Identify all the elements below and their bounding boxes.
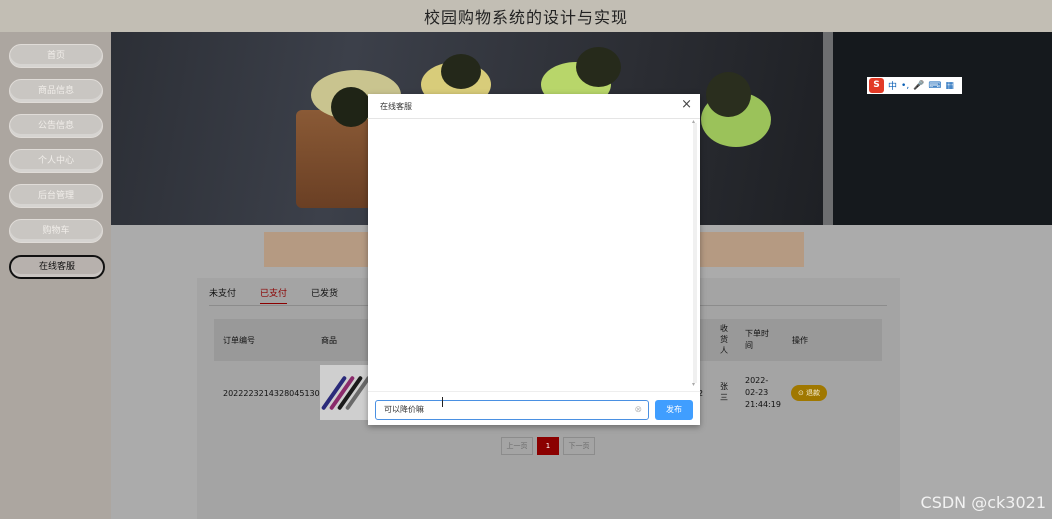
tab-paid[interactable]: 已支付 [260, 286, 288, 304]
pagination: 上一页 1 下一页 [501, 437, 595, 455]
chat-input-value: 可以降价嘛 [384, 405, 424, 414]
tab-unpaid[interactable]: 未支付 [209, 286, 236, 304]
refund-button[interactable]: ⊙ 退款 [791, 385, 827, 401]
tab-shipped[interactable]: 已发货 [311, 286, 338, 304]
sogou-logo-icon: S [869, 78, 884, 93]
microphone-icon[interactable]: 🎤 [913, 81, 924, 91]
header-bar: 校园购物系统的设计与实现 [0, 0, 1052, 32]
banner-caviar-2 [441, 54, 481, 89]
send-button[interactable]: 发布 [655, 400, 693, 420]
th-product: 商品 [321, 336, 337, 345]
sidebar-item-home[interactable]: 首页 [9, 44, 103, 68]
ime-toolbar[interactable]: S 中 •, 🎤 ⌨ ▦ [867, 77, 962, 94]
th-order-no: 订单编号 [223, 336, 255, 345]
chat-input[interactable]: 可以降价嘛 ⊗ [375, 400, 649, 420]
prev-page-button[interactable]: 上一页 [501, 437, 533, 455]
sidebar-item-notices[interactable]: 公告信息 [9, 114, 103, 138]
close-icon[interactable]: × [681, 98, 692, 112]
sidebar-item-admin[interactable]: 后台管理 [9, 184, 103, 208]
grid-icon[interactable]: ▦ [945, 81, 954, 91]
dialog-title: 在线客服 [380, 102, 412, 111]
refund-label: 退款 [806, 389, 821, 397]
chat-input-row: 可以降价嘛 ⊗ 发布 [368, 391, 700, 426]
th-receiver: 收货人 [720, 324, 728, 355]
chat-messages-area[interactable] [368, 118, 700, 390]
product-thumbnail[interactable] [320, 365, 372, 420]
page-title: 校园购物系统的设计与实现 [423, 8, 628, 27]
keyboard-icon[interactable]: ⌨ [928, 81, 941, 91]
order-tabs: 未支付 已支付 已发货 [209, 286, 338, 304]
clear-input-icon[interactable]: ⊗ [634, 401, 642, 419]
sidebar-item-profile[interactable]: 个人中心 [9, 149, 103, 173]
next-page-button[interactable]: 下一页 [563, 437, 595, 455]
banner-caviar-1 [331, 87, 371, 127]
th-order-time: 下单时间 [745, 329, 769, 350]
cell-order-time: 2022-02-23 21:44:19 [745, 376, 781, 409]
dialog-header: 在线客服 × [368, 94, 700, 119]
sidebar-item-products[interactable]: 商品信息 [9, 79, 103, 103]
banner-caviar-3 [576, 47, 621, 87]
page-number-button[interactable]: 1 [537, 437, 559, 455]
cell-order-no: 2022223214328045130 [223, 389, 320, 398]
banner-board [823, 32, 1052, 225]
th-action: 操作 [792, 336, 808, 345]
text-cursor-icon [442, 397, 443, 407]
chat-scrollbar[interactable] [692, 118, 697, 388]
sidebar: 首页 商品信息 公告信息 个人中心 后台管理 购物车 在线客服 [0, 32, 111, 519]
punctuation-icon[interactable]: •, [901, 81, 909, 91]
sidebar-item-cart[interactable]: 购物车 [9, 219, 103, 243]
cell-receiver: 张三 [720, 382, 728, 402]
watermark: CSDN @ck3021 [920, 493, 1046, 512]
banner-caviar-4 [706, 72, 751, 117]
online-service-dialog: 在线客服 × 可以降价嘛 ⊗ 发布 [368, 94, 700, 425]
lang-toggle-icon[interactable]: 中 [888, 79, 897, 92]
sidebar-item-online-service[interactable]: 在线客服 [9, 255, 105, 279]
